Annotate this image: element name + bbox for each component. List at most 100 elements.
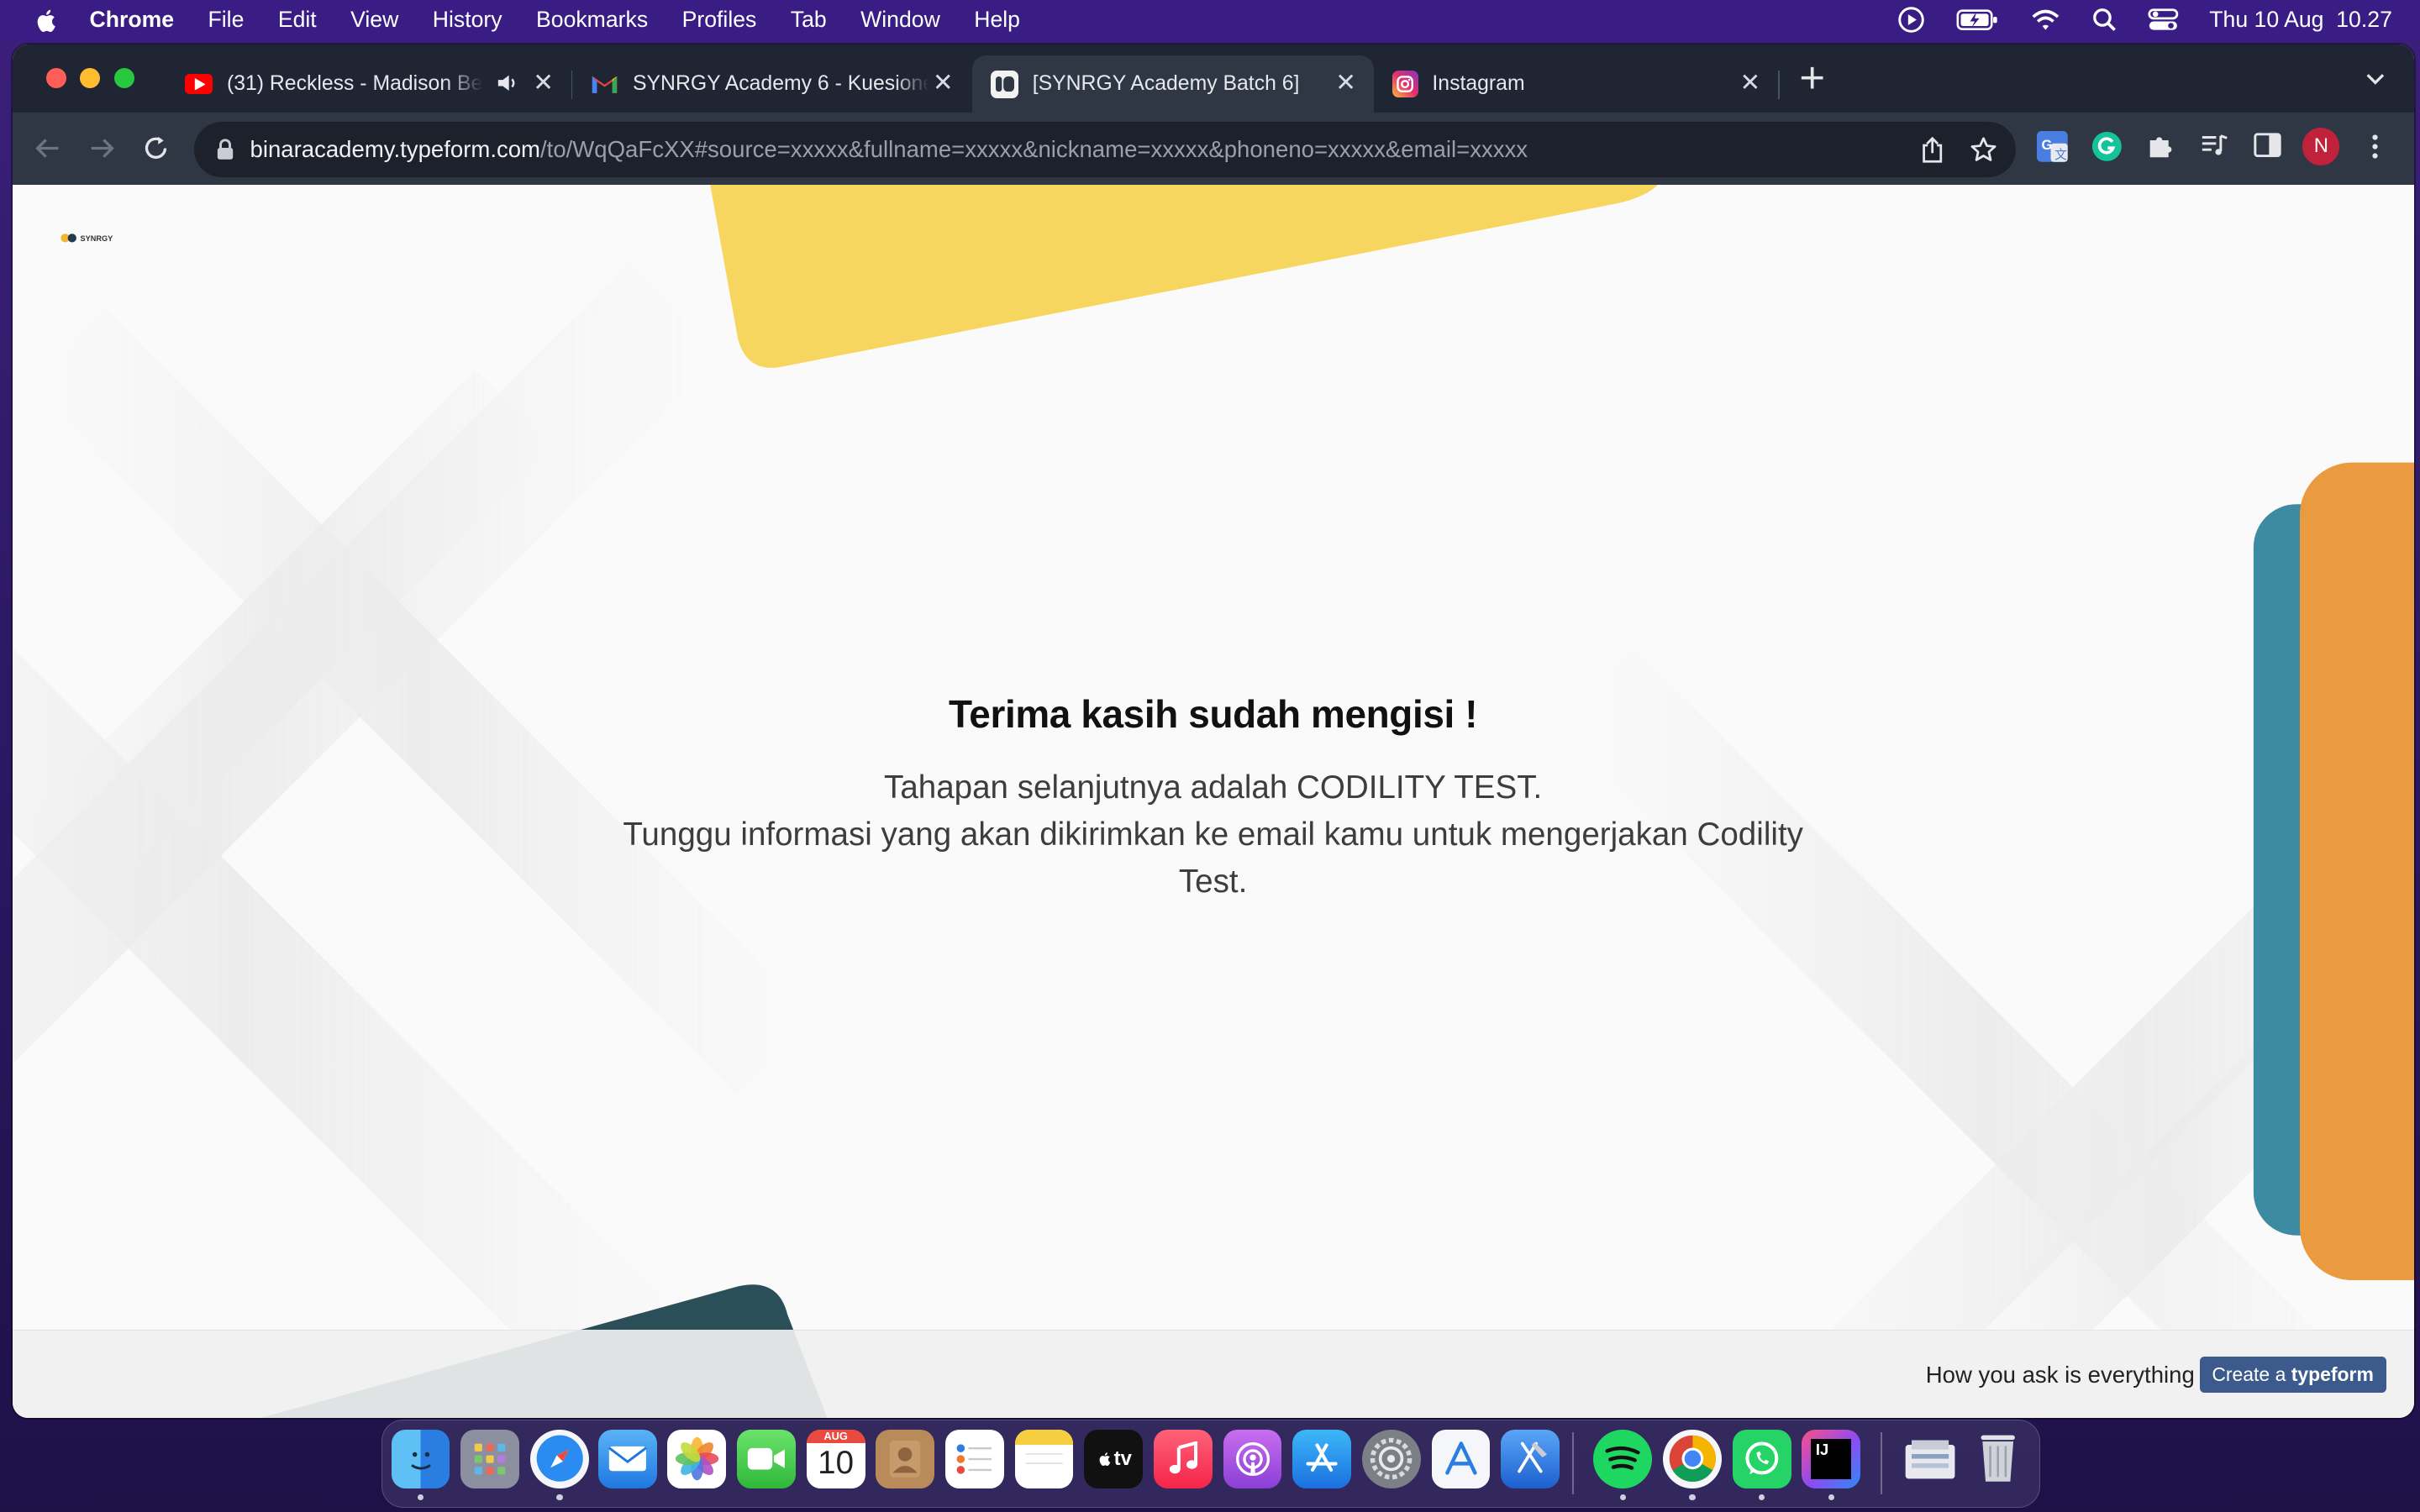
side-panel-icon[interactable]	[2253, 133, 2281, 157]
menu-file[interactable]: File	[208, 7, 245, 33]
close-tab-icon[interactable]: ✕	[1738, 71, 1762, 95]
new-tab-button[interactable]	[1800, 65, 1824, 92]
media-play-icon[interactable]	[1897, 6, 1925, 34]
typeform-page: SYNRGY Terima kasih sudah mengisi ! Taha…	[12, 185, 2414, 1418]
kebab-menu-icon[interactable]	[2370, 133, 2380, 160]
typeform-icon	[991, 70, 1019, 98]
profile-avatar[interactable]: N	[2302, 128, 2340, 165]
contacts-icon[interactable]	[876, 1429, 935, 1488]
menu-help[interactable]: Help	[974, 7, 1020, 33]
browser-toolbar: binaracademy.typeform.com/to/WqQaFcXX#so…	[12, 113, 2414, 186]
tab-divider	[1777, 71, 1780, 99]
tab-search-chevron-icon[interactable]	[2365, 68, 2386, 90]
app-store-icon[interactable]	[1292, 1429, 1352, 1488]
typeform-footer: How you ask is everything Create a typef…	[12, 1330, 2414, 1418]
cta-prefix: Create a	[2212, 1363, 2291, 1386]
whatsapp-icon[interactable]	[1732, 1429, 1791, 1488]
apple-logo-icon[interactable]	[31, 5, 62, 36]
tab-title: Instagram	[1432, 72, 1525, 96]
synrgy-logo: SYNRGY	[60, 233, 113, 244]
menu-profiles[interactable]: Profiles	[682, 7, 757, 33]
url-text[interactable]: binaracademy.typeform.com/to/WqQaFcXX#so…	[250, 136, 1528, 163]
logo-text: SYNRGY	[80, 234, 113, 243]
photos-icon[interactable]	[667, 1429, 727, 1488]
tab-youtube[interactable]: (31) Reckless - Madison Beer ✕	[166, 55, 571, 113]
control-center-icon[interactable]	[2148, 8, 2179, 32]
tab-title: [SYNRGY Academy Batch 6]	[1032, 72, 1300, 96]
dock-separator	[1881, 1432, 1882, 1494]
menu-edit[interactable]: Edit	[278, 7, 317, 33]
finder-icon[interactable]	[391, 1429, 450, 1488]
music-icon[interactable]	[1154, 1429, 1213, 1488]
menu-history[interactable]: History	[433, 7, 502, 33]
create-typeform-button[interactable]: Create a typeform	[2199, 1357, 2386, 1393]
system-settings-icon[interactable]	[1361, 1429, 1421, 1488]
podcasts-icon[interactable]	[1223, 1429, 1282, 1488]
close-tab-icon[interactable]: ✕	[1334, 71, 1358, 95]
spotify-icon[interactable]	[1593, 1429, 1653, 1488]
google-translate-icon[interactable]: G文	[2037, 131, 2069, 162]
window-controls	[46, 67, 134, 88]
calendar-day: 10	[818, 1445, 855, 1482]
calendar-icon[interactable]: AUG 10	[806, 1429, 865, 1488]
thank-you-message: Terima kasih sudah mengisi ! Tahapan sel…	[13, 691, 2414, 906]
running-indicator	[1689, 1494, 1696, 1501]
gmail-icon	[591, 71, 618, 98]
speaker-icon[interactable]	[497, 72, 518, 94]
wifi-icon[interactable]	[2030, 8, 2061, 32]
launchpad-icon[interactable]	[460, 1429, 520, 1488]
grammarly-icon[interactable]	[2091, 131, 2123, 162]
close-tab-icon[interactable]: ✕	[531, 71, 555, 95]
close-window-button[interactable]	[46, 67, 66, 88]
media-queue-icon[interactable]	[2201, 133, 2228, 157]
url-path: /to/WqQaFcXX#source=xxxxx&fullname=xxxxx…	[540, 135, 1528, 162]
intellij-idea-icon[interactable]: IJ	[1802, 1429, 1861, 1488]
tab-gmail[interactable]: SYNRGY Academy 6 - Kuesioner ✕	[572, 55, 971, 113]
plus-icon	[1801, 66, 1823, 89]
spotlight-search-icon[interactable]	[2092, 8, 2117, 32]
browser-window: (31) Reckless - Madison Beer ✕ SYNRGY Ac…	[12, 45, 2414, 1418]
reminders-icon[interactable]	[945, 1429, 1004, 1488]
zoom-window-button[interactable]	[113, 67, 134, 88]
bookmark-star-icon[interactable]	[1970, 136, 1997, 164]
tab-strip: (31) Reckless - Madison Beer ✕ SYNRGY Ac…	[12, 45, 2414, 113]
extensions-puzzle-icon[interactable]	[2147, 131, 2175, 159]
safari-icon[interactable]	[529, 1429, 589, 1488]
mail-icon[interactable]	[597, 1429, 657, 1488]
downloads-stack-icon[interactable]	[1901, 1430, 1960, 1488]
trash-icon[interactable]	[1969, 1430, 2028, 1488]
menu-view[interactable]: View	[350, 7, 398, 33]
close-tab-icon[interactable]: ✕	[931, 71, 955, 95]
apple-tv-icon[interactable]: tv	[1084, 1429, 1144, 1488]
menu-app-name[interactable]: Chrome	[89, 7, 174, 33]
reload-icon[interactable]	[142, 134, 170, 162]
svg-text:G: G	[2042, 137, 2053, 153]
calendar-month: AUG	[806, 1429, 865, 1444]
share-icon[interactable]	[1920, 136, 1944, 164]
instruments-icon[interactable]	[1431, 1429, 1491, 1488]
tab-instagram[interactable]: Instagram ✕	[1374, 55, 1778, 113]
forward-arrow-icon[interactable]	[88, 134, 116, 162]
instagram-icon	[1392, 71, 1418, 97]
chrome-icon[interactable]	[1663, 1429, 1722, 1488]
running-indicator	[1828, 1494, 1834, 1501]
lock-icon[interactable]	[216, 139, 234, 160]
battery-icon[interactable]	[1956, 8, 1999, 32]
back-arrow-icon[interactable]	[34, 134, 61, 162]
menu-tab[interactable]: Tab	[791, 7, 827, 33]
menu-window[interactable]: Window	[860, 7, 940, 33]
synrgy-logo-mark-icon	[60, 234, 76, 243]
minimize-window-button[interactable]	[80, 67, 101, 88]
yellow-decor-shape	[709, 185, 1658, 369]
youtube-icon	[185, 74, 213, 94]
facetime-icon[interactable]	[737, 1429, 796, 1488]
menu-clock[interactable]: Thu 10 Aug 10.27	[2209, 7, 2392, 33]
tab-typeform[interactable]: [SYNRGY Academy Batch 6] ✕	[972, 55, 1374, 113]
menu-bookmarks[interactable]: Bookmarks	[536, 7, 648, 33]
xcode-icon[interactable]	[1501, 1429, 1560, 1488]
running-indicator	[556, 1494, 563, 1501]
dock: AUG 10 tv IJ	[381, 1419, 2041, 1508]
message-body: Tahapan selanjutnya adalah CODILITY TEST…	[13, 764, 2414, 906]
notes-icon[interactable]	[1014, 1429, 1074, 1488]
address-bar[interactable]: binaracademy.typeform.com/to/WqQaFcXX#so…	[194, 122, 2016, 178]
